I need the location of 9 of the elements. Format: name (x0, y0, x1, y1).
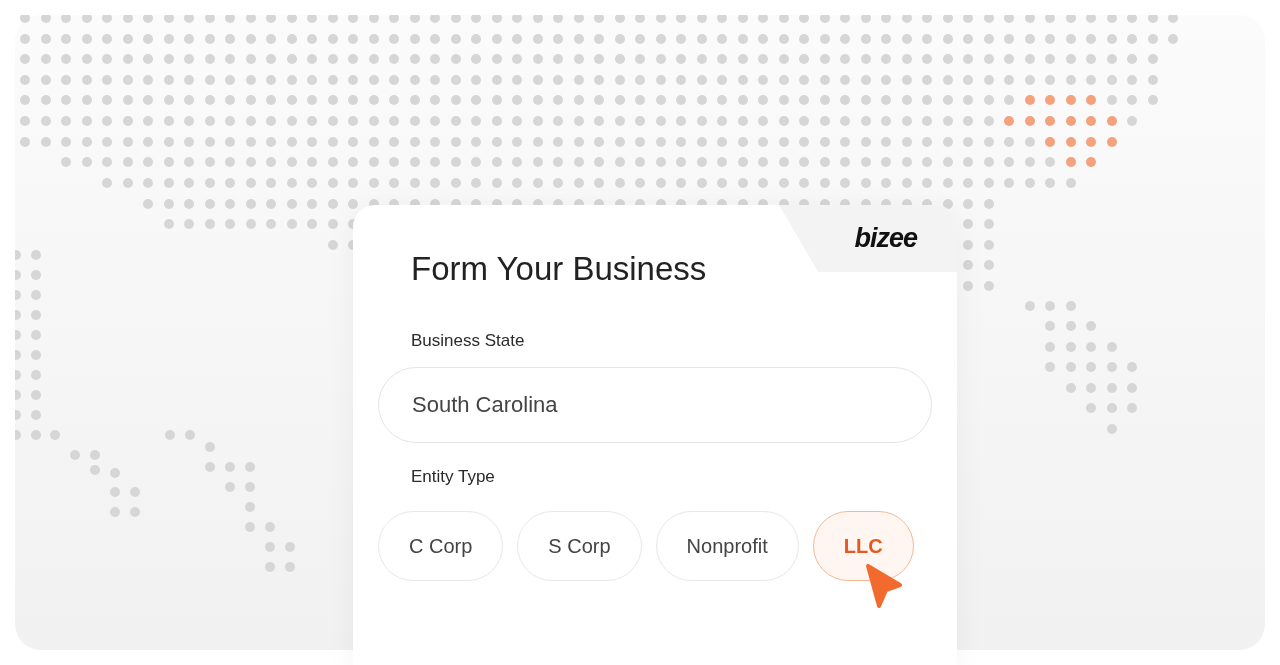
input-field[interactable]: South Carolina (378, 367, 932, 443)
field-label: Entity Type (411, 467, 496, 488)
option-button[interactable]: C Corp (378, 511, 504, 582)
option-button[interactable]: S Corp (517, 511, 642, 582)
cursor-icon (864, 563, 903, 610)
option-button[interactable]: Nonprofit (655, 511, 799, 582)
form-title: Form Your Business (411, 249, 708, 289)
field-label: Business State (411, 330, 526, 351)
logo: bizee (854, 222, 917, 255)
